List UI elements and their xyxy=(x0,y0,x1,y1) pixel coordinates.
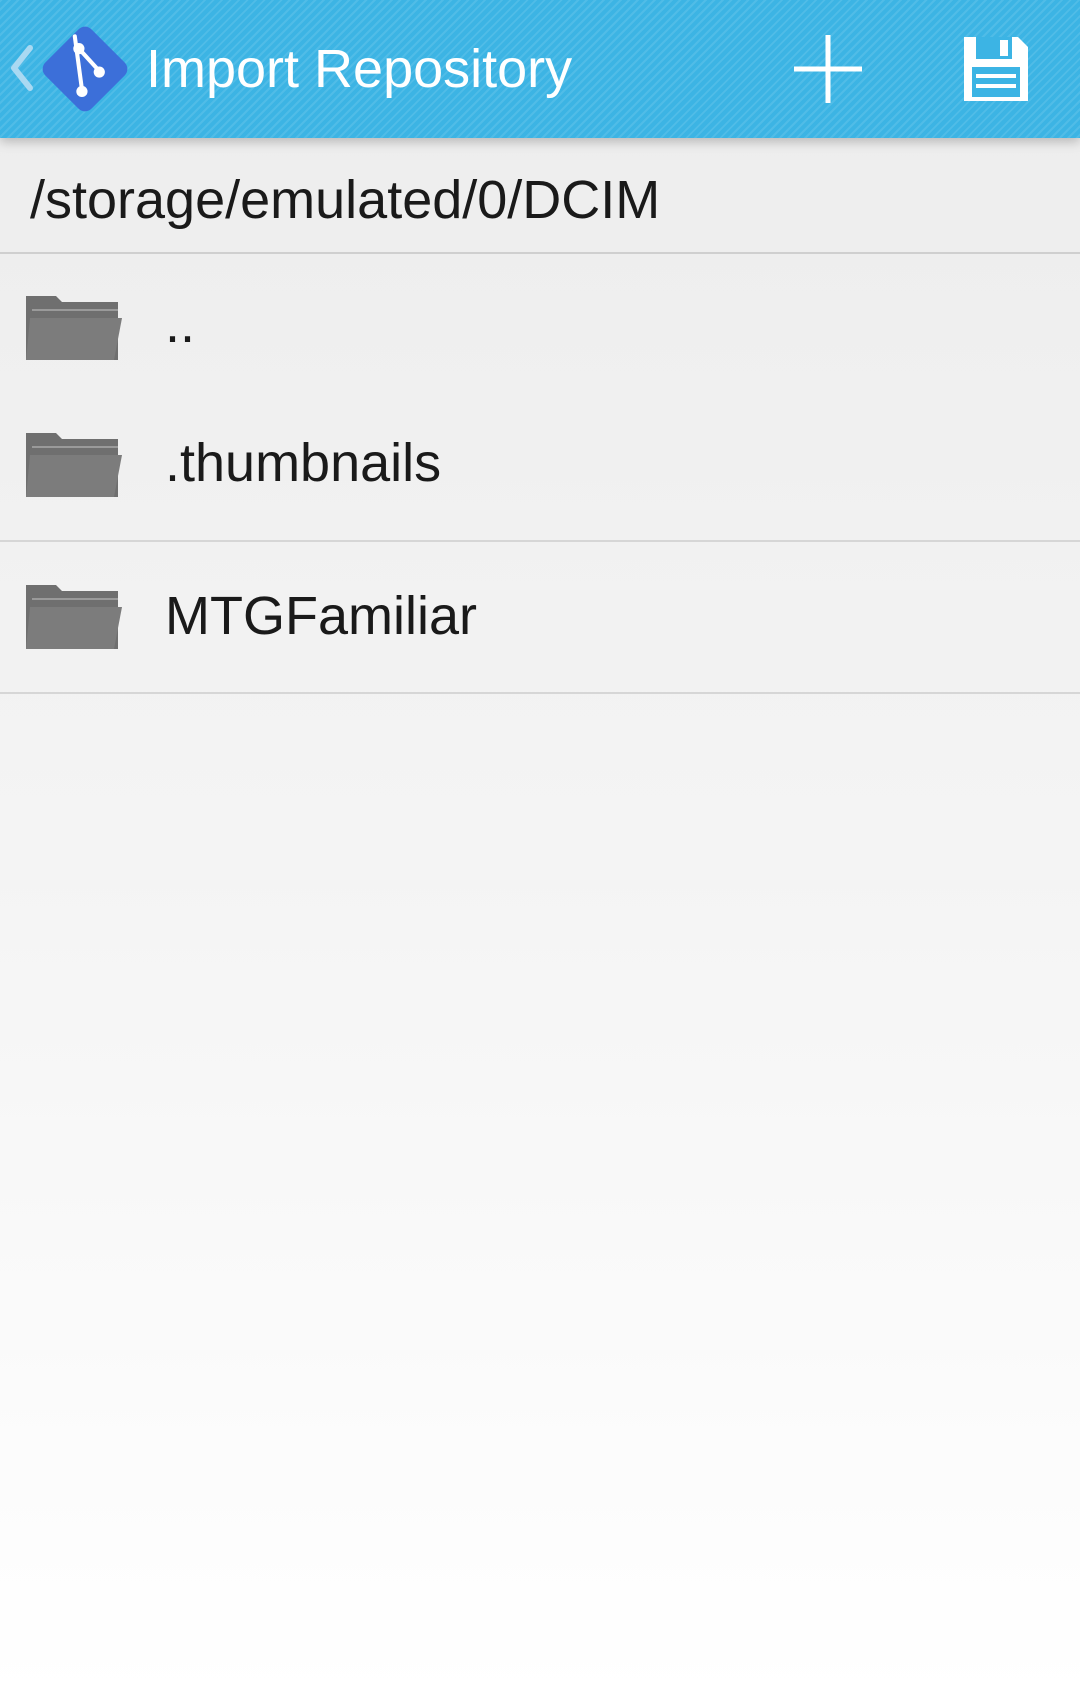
file-list: .. .thumbnails MTGFamiliar xyxy=(0,254,1080,694)
git-logo-icon xyxy=(42,26,128,112)
floppy-disk-icon xyxy=(964,37,1028,101)
folder-icon xyxy=(26,433,122,497)
folder-icon xyxy=(26,585,122,649)
list-item-mtgfamiliar[interactable]: MTGFamiliar xyxy=(0,542,1080,694)
list-item-label: .thumbnails xyxy=(165,433,442,493)
current-path: /storage/emulated/0/DCIM xyxy=(30,170,661,230)
add-button[interactable] xyxy=(778,19,878,119)
up-navigation-button[interactable] xyxy=(0,0,140,138)
list-item-label: MTGFamiliar xyxy=(165,586,477,646)
chevron-left-icon xyxy=(11,45,33,91)
list-item-parent-directory[interactable]: .. xyxy=(0,254,1080,395)
path-header: /storage/emulated/0/DCIM xyxy=(0,138,1080,254)
folder-icon xyxy=(26,296,122,360)
page-title: Import Repository xyxy=(146,39,573,99)
plus-icon xyxy=(794,35,862,103)
action-bar: Import Repository xyxy=(0,0,1080,138)
save-button[interactable] xyxy=(946,19,1046,119)
list-item-thumbnails[interactable]: .thumbnails xyxy=(0,395,1080,542)
list-item-label: .. xyxy=(165,294,196,354)
